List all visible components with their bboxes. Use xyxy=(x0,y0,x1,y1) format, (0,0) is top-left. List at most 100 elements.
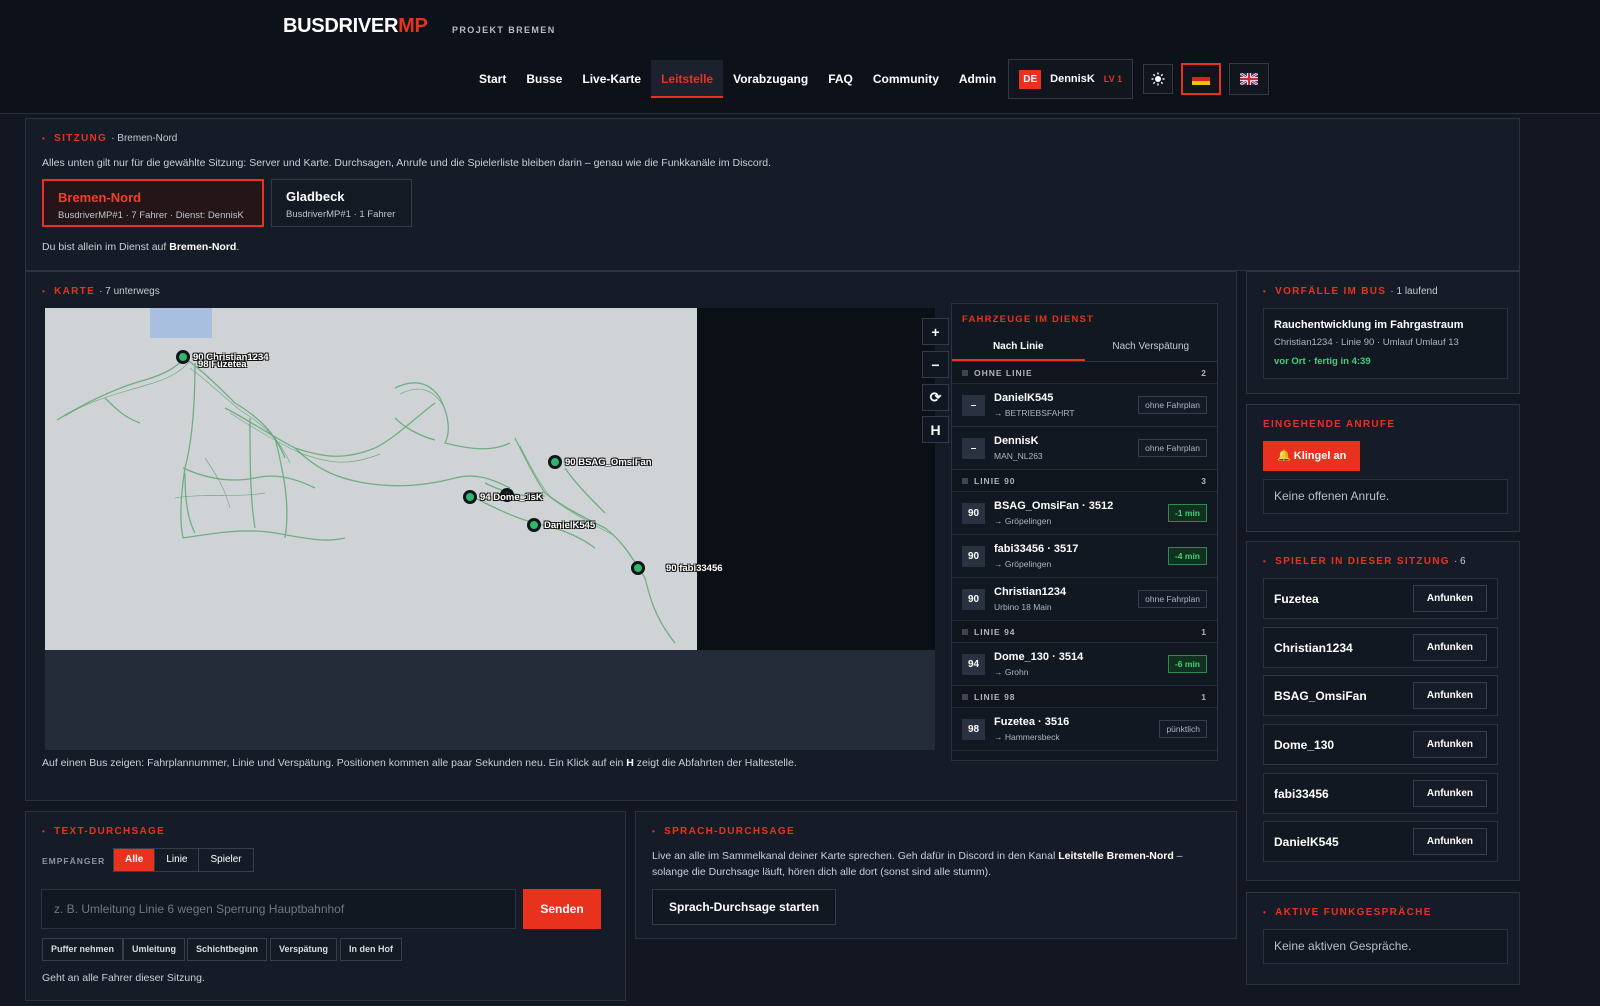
quick-chip-umleitung[interactable]: Umleitung xyxy=(123,938,185,961)
vehicles-title: FAHRZEUGE IM DIENST xyxy=(962,314,1095,325)
session-alone-text: Du bist allein im Dienst auf Bremen-Nord… xyxy=(42,241,240,253)
line-badge: 90 xyxy=(962,545,985,567)
bus-marker-label: DanielK545 xyxy=(544,520,596,531)
ring-toggle-button[interactable]: 🔔 Klingel an xyxy=(1263,441,1361,471)
announcement-input[interactable]: z. B. Umleitung Linie 6 wegen Sperrung H… xyxy=(41,889,516,929)
nav-faq[interactable]: FAQ xyxy=(818,60,863,98)
theme-toggle-button[interactable] xyxy=(1143,64,1174,94)
map-title: • KARTE · 7 unterwegs xyxy=(42,286,160,297)
text-announce-title: • TEXT-DURCHSAGE xyxy=(42,826,166,837)
player-row: DanielK545 Anfunken xyxy=(1263,821,1498,862)
bus-marker[interactable] xyxy=(631,561,645,575)
vehicle-row[interactable]: 90 fabi33456 · 3517 → Gröpelingen -4 min xyxy=(952,535,1217,578)
incident-status: vor Ort · fertig in 4:39 xyxy=(1274,356,1371,367)
vehicle-group-header: OHNE LINIE 2 xyxy=(952,362,1217,384)
vehicle-row[interactable]: 90 BSAG_OmsiFan · 3512 → Gröpelingen -1 min xyxy=(952,492,1217,535)
recipient-all[interactable]: Alle xyxy=(114,849,156,871)
nav-live-karte[interactable]: Live-Karte xyxy=(572,60,651,98)
vehicle-row[interactable]: – DanielK545 → BETRIEBSFAHRT ohne Fahrplan xyxy=(952,384,1217,427)
quick-chip-in-den-hof[interactable]: In den Hof xyxy=(340,938,402,961)
quick-chip-puffer[interactable]: Puffer nehmen xyxy=(42,938,124,961)
main-nav: Start Busse Live-Karte Leitstelle Vorabz… xyxy=(469,59,1270,99)
quick-chip-schichtbeginn[interactable]: Schichtbeginn xyxy=(187,938,268,961)
vehicles-panel: FAHRZEUGE IM DIENST Nach Linie Nach Vers… xyxy=(951,303,1218,761)
incident-title: Rauchentwicklung im Fahrgastraum xyxy=(1274,319,1464,331)
zoom-in-button[interactable]: + xyxy=(922,318,949,345)
brand-logo[interactable]: BUSDRIVERMP xyxy=(283,15,428,38)
session-panel: • SITZUNG · Bremen-Nord Alles unten gilt … xyxy=(25,118,1520,271)
map-background xyxy=(697,308,935,650)
map-footer-text: Auf einen Bus zeigen: Fahrplannummer, Li… xyxy=(42,757,797,769)
bus-marker[interactable] xyxy=(463,490,477,504)
bus-marker[interactable] xyxy=(527,518,541,532)
vehicle-destination: → Gröpelingen xyxy=(994,559,1052,569)
vehicle-row[interactable]: 90 Christian1234 Urbino 18 Main ohne Fahrpl… xyxy=(952,578,1217,621)
delay-tag: -6 min xyxy=(1167,655,1207,673)
player-name: Fuzetea xyxy=(1274,591,1319,606)
radio-title: • AKTIVE FUNKGESPRÄCHE xyxy=(1263,907,1432,918)
nav-vorabzugang[interactable]: Vorabzugang xyxy=(723,60,818,98)
start-voice-announce-button[interactable]: Sprach-Durchsage starten xyxy=(652,889,837,925)
session-card-gladbeck[interactable]: Gladbeck BusdriverMP#1 · 1 Fahrer xyxy=(271,179,412,227)
tab-nach-verspaetung[interactable]: Nach Verspätung xyxy=(1085,334,1218,361)
player-row: Christian1234 Anfunken xyxy=(1263,627,1498,668)
brand-subtitle: PROJEKT BREMEN xyxy=(452,25,556,35)
session-card-bremen-nord[interactable]: Bremen-Nord BusdriverMP#1 · 7 Fahrer · D… xyxy=(42,179,264,227)
zoom-out-button[interactable]: − xyxy=(922,351,949,378)
bus-marker-label: isK xyxy=(528,492,543,503)
stops-toggle-button[interactable]: H xyxy=(922,416,949,443)
call-player-button[interactable]: Anfunken xyxy=(1412,682,1487,709)
vehicle-name: Christian1234 xyxy=(994,586,1067,598)
vehicle-destination: → Hammersbeck xyxy=(994,732,1060,742)
refresh-button[interactable]: ⟳ xyxy=(922,384,949,411)
recipient-line[interactable]: Linie xyxy=(155,849,200,871)
vehicle-name: BSAG_OmsiFan · 3512 xyxy=(994,500,1114,512)
call-player-button[interactable]: Anfunken xyxy=(1412,780,1487,807)
user-menu[interactable]: DE DennisK LV 1 xyxy=(1008,59,1134,99)
radio-empty-state: Keine aktiven Gespräche. xyxy=(1263,929,1508,964)
bus-marker[interactable] xyxy=(548,455,562,469)
nav-community[interactable]: Community xyxy=(863,60,949,98)
vehicle-destination: MAN_NL263 xyxy=(994,451,1043,461)
nav-busse[interactable]: Busse xyxy=(516,60,572,98)
delay-tag: ohne Fahrplan xyxy=(1138,439,1207,457)
delay-tag: ohne Fahrplan xyxy=(1138,590,1207,608)
delay-tag: ohne Fahrplan xyxy=(1138,396,1207,414)
vehicle-row[interactable]: 94 Dome_130 · 3514 → Grohn -6 min xyxy=(952,643,1217,686)
nav-admin[interactable]: Admin xyxy=(949,60,1006,98)
session-card-meta: BusdriverMP#1 · 1 Fahrer xyxy=(286,209,396,220)
line-badge: – xyxy=(962,394,985,416)
vehicle-group-header: LINIE 94 1 xyxy=(952,621,1217,643)
map-canvas[interactable]: 90 Christian1234 98 Fuzetea 90 BSAG_Omsi… xyxy=(45,308,697,650)
call-player-button[interactable]: Anfunken xyxy=(1412,731,1487,758)
bus-marker[interactable] xyxy=(176,350,190,364)
call-player-button[interactable]: Anfunken xyxy=(1412,634,1487,661)
send-button[interactable]: Senden xyxy=(523,889,601,929)
delay-tag: -4 min xyxy=(1167,547,1207,565)
vehicle-name: DanielK545 xyxy=(994,392,1054,404)
sun-icon xyxy=(1151,72,1165,86)
nav-leitstelle[interactable]: Leitstelle xyxy=(651,60,724,98)
vehicle-row[interactable]: – DennisK MAN_NL263 ohne Fahrplan xyxy=(952,427,1217,470)
vehicle-name: Dome_130 · 3514 xyxy=(994,651,1084,663)
nav-start[interactable]: Start xyxy=(469,60,516,98)
incident-card[interactable]: Rauchentwicklung im Fahrgastraum Christi… xyxy=(1263,308,1508,379)
player-row: fabi33456 Anfunken xyxy=(1263,773,1498,814)
text-announce-panel: • TEXT-DURCHSAGE EMPFÄNGER Alle Linie Spi… xyxy=(25,811,626,1001)
lang-en-button[interactable] xyxy=(1229,63,1270,95)
user-level: LV 1 xyxy=(1103,74,1123,84)
radio-panel: • AKTIVE FUNKGESPRÄCHE Keine aktiven Gesp… xyxy=(1246,892,1520,985)
quick-chip-verspaetung[interactable]: Verspätung xyxy=(270,938,338,961)
minus-icon: − xyxy=(931,356,940,373)
flag-de-icon xyxy=(1192,73,1211,85)
call-player-button[interactable]: Anfunken xyxy=(1412,828,1487,855)
recipient-player[interactable]: Spieler xyxy=(199,849,252,871)
lang-de-button[interactable] xyxy=(1181,63,1222,95)
map-area[interactable]: 90 Christian1234 98 Fuzetea 90 BSAG_Omsi… xyxy=(45,308,949,750)
vehicle-row[interactable]: 98 Fuzetea · 3516 → Hammersbeck pünktlich xyxy=(952,708,1217,751)
line-badge: 90 xyxy=(962,588,985,610)
tab-nach-linie[interactable]: Nach Linie xyxy=(952,334,1085,361)
vehicle-destination: → Grohn xyxy=(994,667,1029,677)
call-player-button[interactable]: Anfunken xyxy=(1412,585,1487,612)
recipient-selector: Alle Linie Spieler xyxy=(113,848,254,872)
